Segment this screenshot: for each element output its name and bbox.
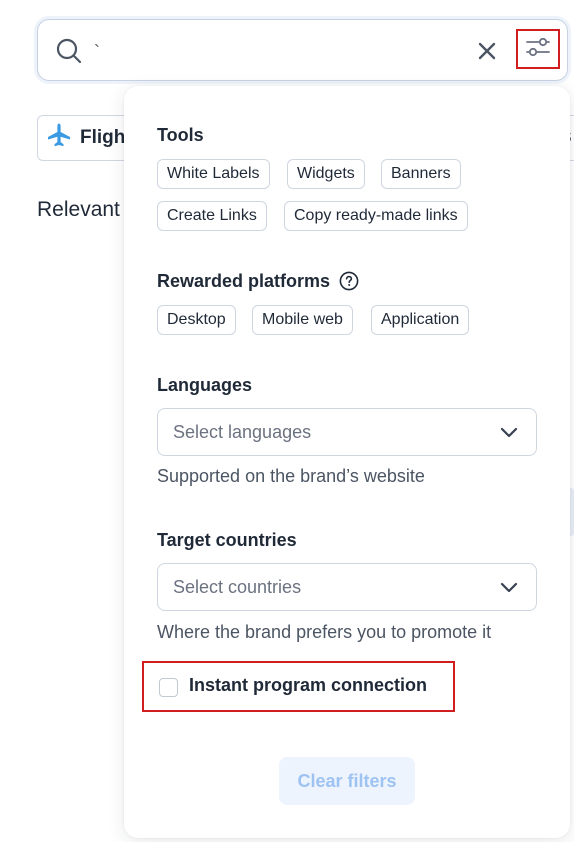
tag-create-links[interactable]: Create Links bbox=[157, 201, 267, 231]
category-chip-label: Fligh bbox=[80, 127, 126, 148]
tools-label: Tools bbox=[157, 125, 204, 145]
filter-toggle-button[interactable] bbox=[516, 29, 560, 69]
tag-copy-ready-made-links[interactable]: Copy ready-made links bbox=[284, 201, 468, 231]
countries-hint: Where the brand prefers you to promote i… bbox=[157, 622, 492, 642]
countries-label: Target countries bbox=[157, 530, 297, 550]
instant-connection-checkbox[interactable] bbox=[159, 678, 178, 697]
chevron-down-icon bbox=[500, 426, 518, 444]
search-icon bbox=[56, 38, 82, 69]
help-circle-icon[interactable] bbox=[339, 271, 359, 296]
tag-white-labels[interactable]: White Labels bbox=[157, 159, 270, 189]
tag-application[interactable]: Application bbox=[371, 305, 470, 335]
tag-mobile-web[interactable]: Mobile web bbox=[252, 305, 353, 335]
sort-label: Relevant bbox=[37, 198, 120, 221]
platforms-label: Rewarded platforms bbox=[157, 271, 359, 296]
countries-placeholder: Select countries bbox=[173, 577, 302, 597]
search-bar[interactable]: ` bbox=[37, 19, 568, 81]
tag-desktop[interactable]: Desktop bbox=[157, 305, 236, 335]
instant-connection-option[interactable]: Instant program connection bbox=[142, 661, 455, 712]
search-input[interactable]: ` bbox=[94, 42, 100, 63]
filters-panel: Tools White Labels Widgets Banners Creat… bbox=[124, 86, 570, 838]
clear-filters-button[interactable]: Clear filters bbox=[279, 757, 415, 805]
languages-placeholder: Select languages bbox=[173, 422, 312, 442]
instant-connection-label[interactable]: Instant program connection bbox=[189, 675, 427, 696]
close-icon[interactable] bbox=[476, 40, 498, 67]
countries-select[interactable]: Select countries bbox=[157, 563, 537, 611]
languages-label: Languages bbox=[157, 375, 253, 395]
tag-widgets[interactable]: Widgets bbox=[287, 159, 365, 189]
sliders-icon bbox=[525, 36, 551, 63]
languages-select[interactable]: Select languages bbox=[157, 408, 537, 456]
languages-hint: Supported on the brand’s website bbox=[157, 466, 425, 486]
chevron-down-icon bbox=[500, 581, 518, 599]
airplane-icon bbox=[46, 122, 72, 154]
tag-banners[interactable]: Banners bbox=[381, 159, 461, 189]
